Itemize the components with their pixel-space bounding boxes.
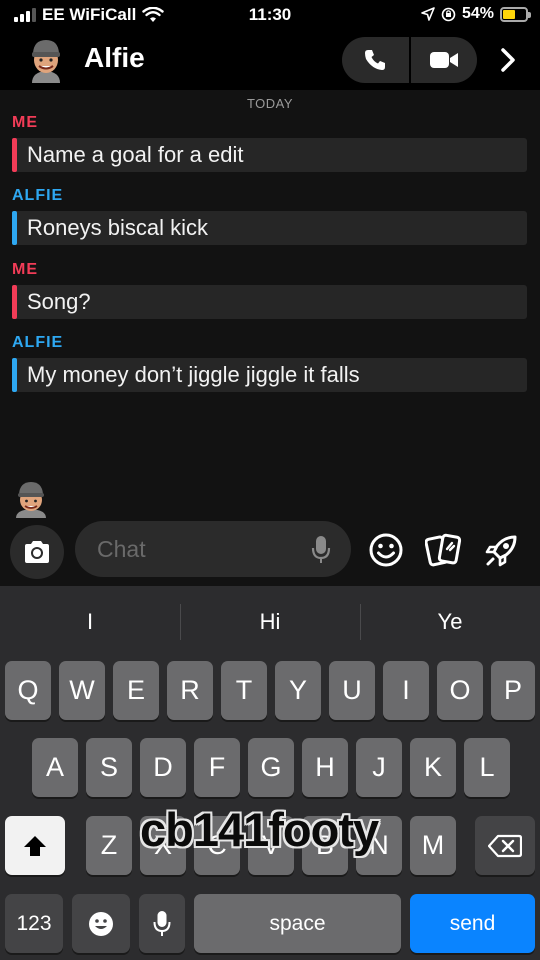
bitmoji-avatar[interactable] (26, 36, 66, 84)
phone-icon (365, 50, 386, 70)
key-g[interactable]: G (248, 738, 294, 797)
numbers-key[interactable]: 123 (5, 894, 63, 953)
sender-color-bar (12, 358, 17, 392)
key-q[interactable]: Q (5, 661, 51, 720)
watermark-text: cb141footy (140, 803, 379, 856)
wifi-icon (142, 7, 165, 22)
chat-input-field[interactable]: Chat (75, 521, 351, 577)
typing-bitmoji-avatar (16, 482, 46, 518)
chevron-right-icon (501, 48, 515, 72)
message-bubble[interactable]: Song? (12, 285, 527, 319)
key-y[interactable]: Y (275, 661, 321, 720)
status-left: EE WiFiCall (14, 5, 165, 25)
video-call-button[interactable] (408, 37, 478, 83)
shift-arrow-icon (24, 835, 46, 856)
video-icon (429, 52, 458, 68)
status-right: 54% (421, 5, 531, 23)
chat-input-bar: Chat (0, 518, 540, 586)
send-key[interactable]: send (410, 894, 535, 953)
sender-color-bar (12, 138, 17, 172)
cards-button[interactable] (424, 530, 464, 570)
key-w[interactable]: W (59, 661, 105, 720)
emoji-button[interactable] (366, 530, 406, 570)
message-text: Roneys biscal kick (27, 215, 208, 240)
prediction-item[interactable]: I (0, 586, 180, 658)
message-text: Song? (27, 289, 91, 314)
emoji-keyboard-icon (89, 911, 113, 936)
key-m[interactable]: M (410, 816, 456, 875)
chat-input-placeholder: Chat (97, 536, 146, 562)
key-p[interactable]: P (491, 661, 535, 720)
rotation-lock-icon (441, 7, 456, 21)
date-label: TODAY (246, 96, 294, 111)
sender-color-bar (12, 285, 17, 319)
key-r[interactable]: R (167, 661, 213, 720)
camera-icon (25, 541, 49, 563)
key-o[interactable]: O (437, 661, 483, 720)
battery-icon (500, 6, 531, 22)
key-f[interactable]: F (194, 738, 240, 797)
key-d[interactable]: D (140, 738, 186, 797)
keyboard: I Hi Ye Q W E R T Y U I O P A S D F G H … (0, 586, 540, 960)
dictation-key[interactable] (139, 894, 185, 953)
key-u[interactable]: U (329, 661, 375, 720)
chat-area[interactable]: TODAY ME Name a goal for a edit ALFIE Ro… (0, 90, 540, 518)
key-k[interactable]: K (410, 738, 456, 797)
sender-label: ME (12, 261, 38, 278)
key-j[interactable]: J (356, 738, 402, 797)
battery-fill (503, 9, 515, 19)
microphone-icon (153, 910, 171, 936)
key-l[interactable]: L (464, 738, 510, 797)
predictive-text-bar: I Hi Ye (0, 586, 540, 658)
shift-key[interactable] (5, 816, 65, 875)
key-z[interactable]: Z (86, 816, 132, 875)
backspace-key[interactable] (475, 816, 535, 875)
battery-percent: 54% (461, 5, 494, 22)
smiley-icon (369, 533, 403, 567)
message-bubble[interactable]: Name a goal for a edit (12, 138, 527, 172)
key-e[interactable]: E (113, 661, 159, 720)
message-bubble[interactable]: My money don’t jiggle jiggle it falls (12, 358, 527, 392)
prediction-item[interactable]: Hi (180, 586, 360, 658)
key-s[interactable]: S (86, 738, 132, 797)
rocket-icon (485, 535, 517, 567)
games-button[interactable] (482, 530, 522, 570)
key-t[interactable]: T (221, 661, 267, 720)
signal-icon (14, 8, 36, 22)
prediction-item[interactable]: Ye (360, 586, 540, 658)
carrier-label: EE WiFiCall (42, 5, 137, 24)
cards-icon (425, 533, 462, 567)
space-key[interactable]: space (194, 894, 401, 953)
status-bar: EE WiFiCall 11:30 54% (0, 0, 540, 30)
message-text: Name a goal for a edit (27, 142, 244, 167)
sender-label: ME (12, 114, 38, 131)
location-arrow-icon (421, 7, 435, 21)
profile-chevron-button[interactable] (490, 42, 526, 78)
key-i[interactable]: I (383, 661, 429, 720)
backspace-icon (488, 834, 522, 857)
microphone-icon[interactable] (311, 535, 331, 565)
chat-header: Alfie (0, 30, 540, 90)
contact-name[interactable]: Alfie (84, 42, 145, 74)
sender-label: ALFIE (12, 334, 64, 351)
sender-label: ALFIE (12, 187, 64, 204)
call-button-group (342, 37, 477, 83)
message-text: My money don’t jiggle jiggle it falls (27, 362, 360, 387)
emoji-key[interactable] (72, 894, 130, 953)
sender-color-bar (12, 211, 17, 245)
message-bubble[interactable]: Roneys biscal kick (12, 211, 527, 245)
key-a[interactable]: A (32, 738, 78, 797)
camera-button[interactable] (10, 525, 64, 579)
key-h[interactable]: H (302, 738, 348, 797)
voice-call-button[interactable] (342, 37, 409, 83)
